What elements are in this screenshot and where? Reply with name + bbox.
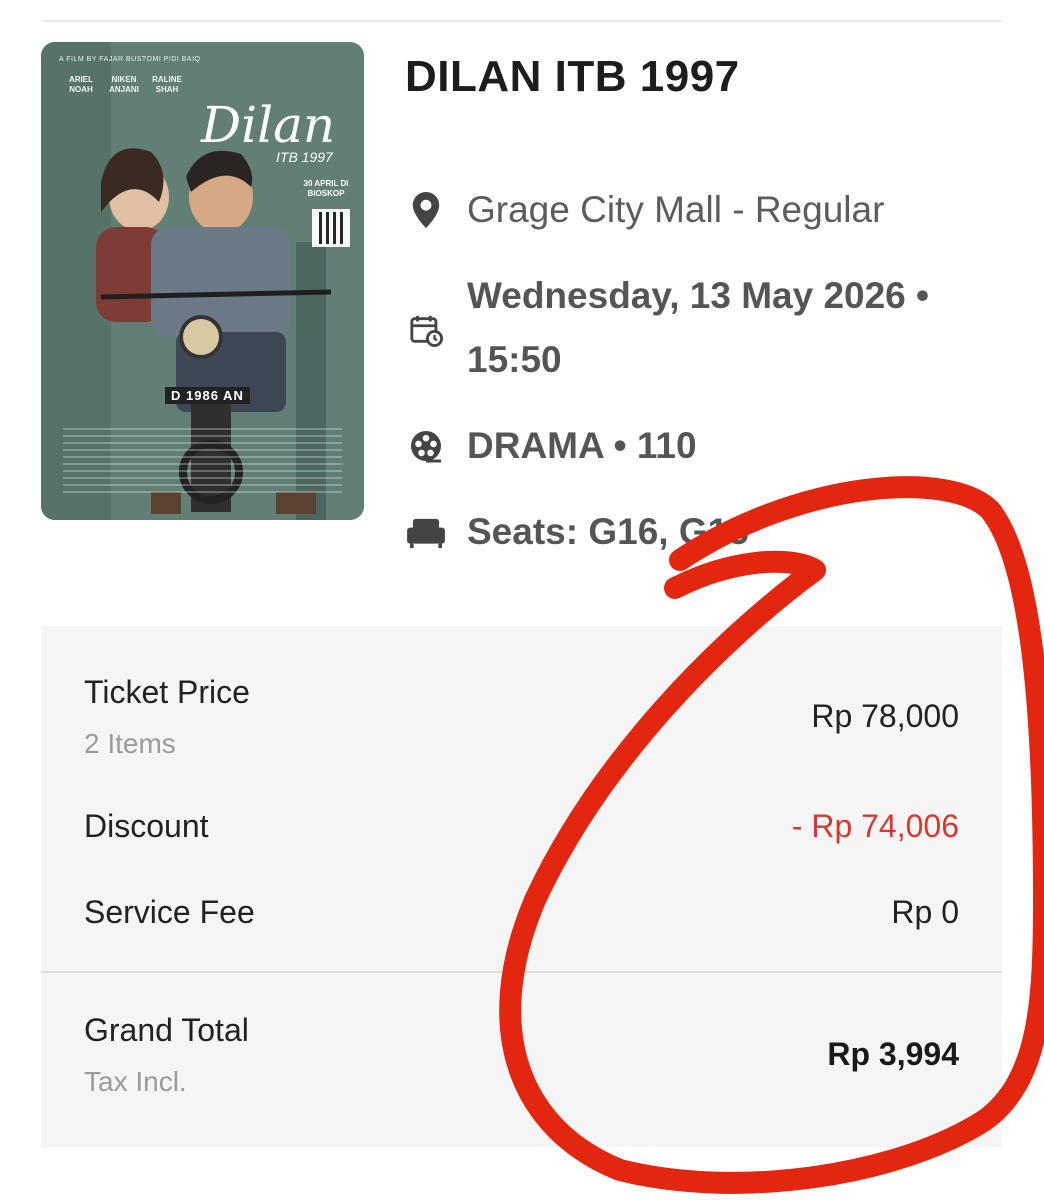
panel-divider xyxy=(41,971,1002,973)
poster-credit: A FILM BY FAJAR BUSTOMI PIDI BAIQ xyxy=(59,56,201,63)
ticket-price-label: Ticket Price xyxy=(84,674,250,710)
showtime: Wednesday, 13 May 2026 • 15:50 xyxy=(467,275,929,380)
genre-row: DRAMA • 110 xyxy=(405,414,697,478)
datetime-row: Wednesday, 13 May 2026 • 15:50 xyxy=(405,264,987,392)
poster-cast-1: ARIEL NOAH xyxy=(69,75,93,94)
genre-duration: DRAMA • 110 xyxy=(467,425,697,466)
seats-row: Seats: G16, G15 xyxy=(405,500,749,564)
movie-title: DILAN ITB 1997 xyxy=(405,52,740,101)
poster-license-plate: D 1986 AN xyxy=(165,387,250,404)
poster-credit-block xyxy=(63,428,342,498)
poster-cast-2: NIKEN ANJANI xyxy=(109,75,139,94)
grand-total-value: Rp 3,994 xyxy=(827,1036,959,1072)
grand-total-label: Grand Total xyxy=(84,1012,249,1048)
seats: Seats: G16, G15 xyxy=(467,511,749,552)
poster-qr-code xyxy=(312,209,350,247)
movie-poster: A FILM BY FAJAR BUSTOMI PIDI BAIQ ARIEL … xyxy=(41,42,364,520)
poster-logo-sub: ITB 1997 xyxy=(276,149,333,165)
calendar-clock-icon xyxy=(405,309,447,351)
location-pin-icon xyxy=(405,189,447,231)
poster-release-date: 30 APRIL DI BIOSKOP xyxy=(303,179,349,198)
top-divider xyxy=(42,20,1002,22)
location-row: Grage City Mall - Regular xyxy=(405,178,884,242)
price-summary-panel: Ticket Price 2 Items Rp 78,000 Discount … xyxy=(41,626,1002,1147)
ticket-price-value: Rp 78,000 xyxy=(811,698,959,734)
discount-label: Discount xyxy=(84,808,209,844)
seat-sofa-icon xyxy=(405,511,447,553)
ticket-items-count: 2 Items xyxy=(84,728,176,759)
service-fee-label: Service Fee xyxy=(84,894,255,930)
poster-logo: Dilan xyxy=(201,96,336,154)
service-fee-value: Rp 0 xyxy=(891,894,959,930)
discount-value: - Rp 74,006 xyxy=(791,808,959,844)
cinema-location: Grage City Mall - Regular xyxy=(467,189,885,230)
poster-cast-3: RALINE SHAH xyxy=(152,75,182,94)
film-reel-icon xyxy=(405,425,447,467)
tax-included-note: Tax Incl. xyxy=(84,1066,187,1097)
